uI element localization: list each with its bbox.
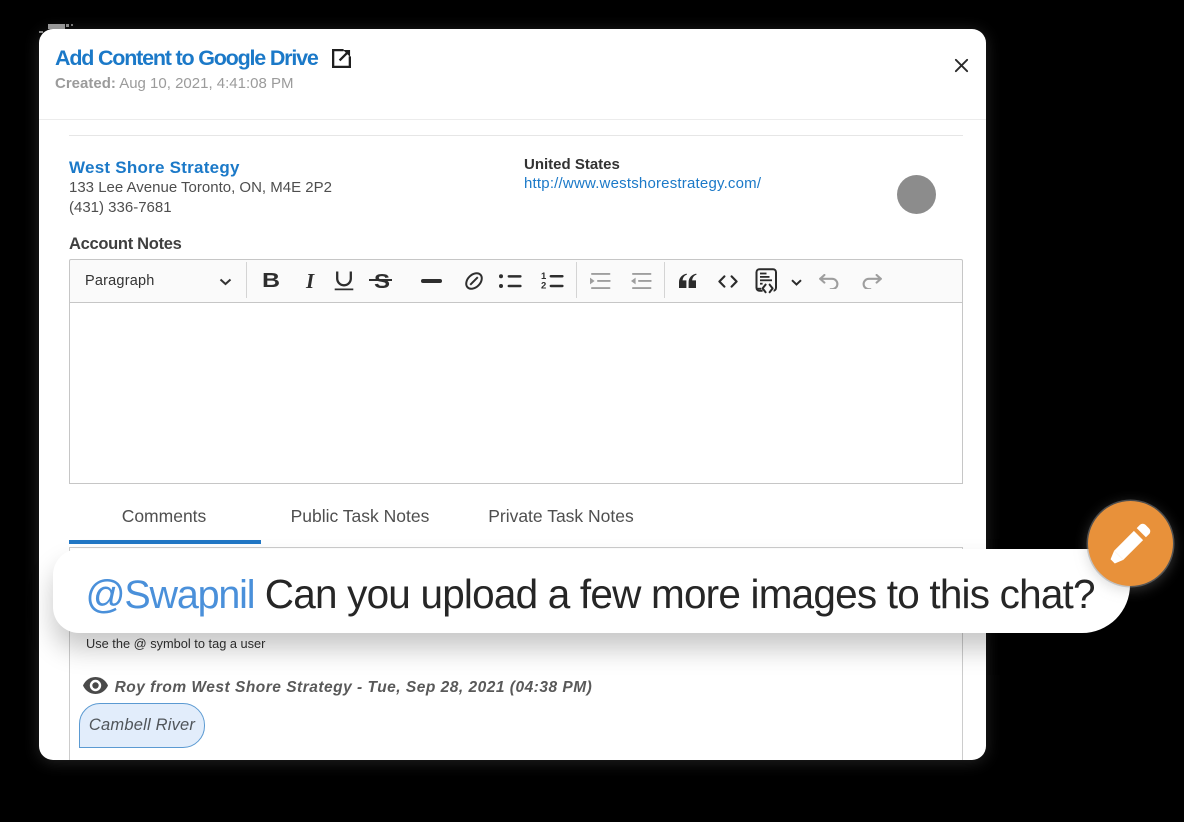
svg-text:2: 2 bbox=[541, 281, 546, 289]
